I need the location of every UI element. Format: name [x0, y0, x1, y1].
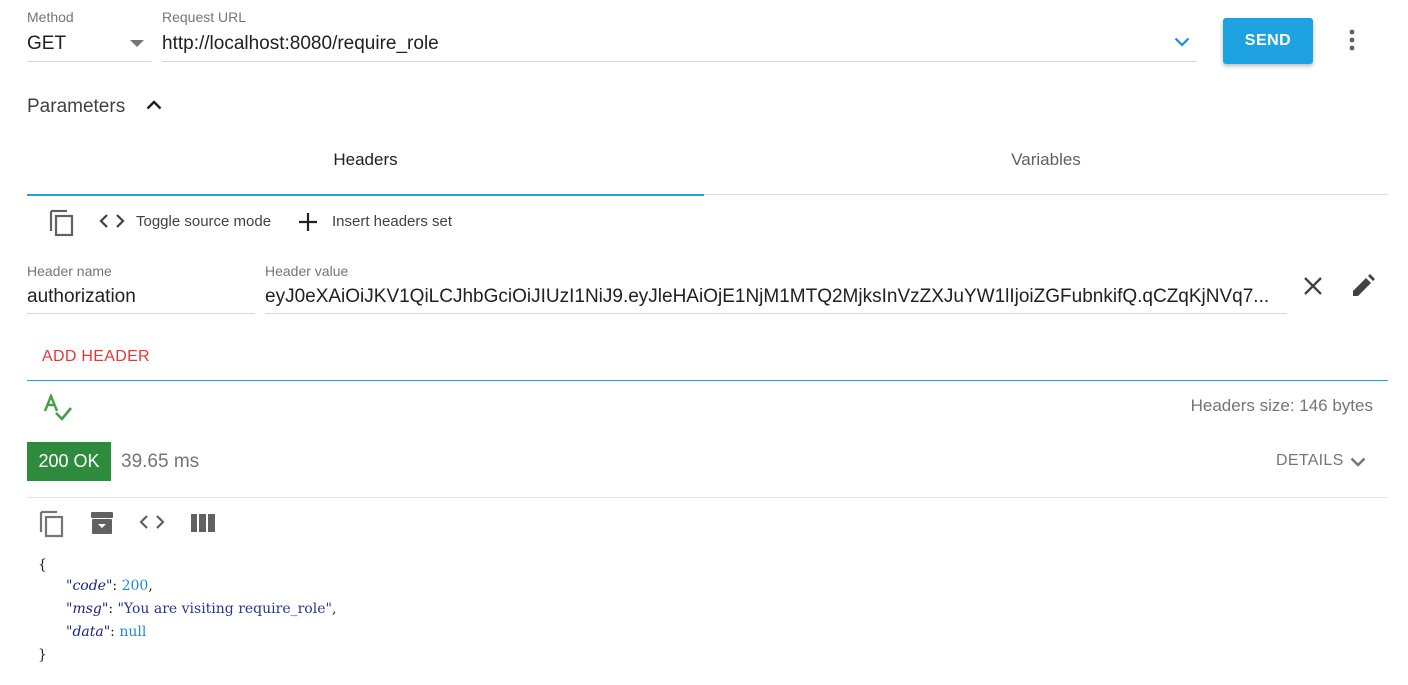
add-header-button[interactable]: ADD HEADER: [42, 348, 150, 366]
header-value-label: Header value: [265, 263, 349, 279]
json-value-data: null: [119, 624, 147, 640]
headers-size-text: Headers size: 146 bytes: [1190, 396, 1373, 415]
json-key-code: "code": [66, 578, 113, 594]
method-label: Method: [27, 9, 74, 25]
response-body: { "code": 200, "msg": "You are visiting …: [38, 557, 337, 663]
method-select[interactable]: GET: [27, 30, 151, 62]
insert-headers-set-button[interactable]: Insert headers set: [298, 208, 468, 234]
header-value-field[interactable]: eyJ0eXAiOiJKV1QiLCJhbGciOiJIUzI1NiJ9.eyJ…: [265, 284, 1287, 314]
header-name-value: authorization: [27, 286, 136, 307]
copy-headers-icon[interactable]: [48, 207, 76, 237]
send-button[interactable]: SEND: [1223, 18, 1313, 64]
json-value-msg: "You are visiting require_role": [117, 601, 332, 617]
spellcheck-icon[interactable]: [43, 394, 73, 422]
header-name-field[interactable]: authorization: [27, 284, 255, 314]
method-value: GET: [27, 33, 67, 54]
url-label: Request URL: [162, 9, 247, 25]
copy-response-icon[interactable]: [38, 508, 66, 538]
chevron-down-icon: [130, 40, 144, 48]
header-value-value: eyJ0eXAiOiJKV1QiLCJhbGciOiJIUzI1NiJ9.eyJ…: [265, 286, 1270, 307]
toggle-source-label: Toggle source mode: [136, 213, 272, 230]
json-value-code: 200: [121, 578, 149, 594]
url-value: http://localhost:8080/require_role: [162, 33, 439, 54]
code-icon: [98, 213, 126, 229]
chevron-down-icon: [1350, 457, 1366, 467]
url-input[interactable]: http://localhost:8080/require_role: [162, 30, 1197, 62]
edit-header-icon[interactable]: [1350, 273, 1376, 299]
active-tab-indicator: [27, 194, 704, 196]
response-time: 39.65 ms: [121, 451, 200, 472]
columns-view-icon[interactable]: [191, 514, 215, 532]
url-history-chevron-icon[interactable]: [1174, 37, 1190, 47]
status-badge: 200 OK: [27, 442, 111, 481]
code-view-icon[interactable]: [138, 514, 166, 530]
parameters-title: Parameters: [27, 96, 126, 117]
insert-headers-set-label: Insert headers set: [332, 213, 453, 230]
header-name-label: Header name: [27, 263, 112, 279]
json-key-msg: "msg": [66, 601, 109, 617]
details-label: DETAILS: [1276, 452, 1344, 469]
more-options-icon[interactable]: [1344, 28, 1360, 52]
tab-headers[interactable]: Headers: [27, 150, 704, 170]
save-response-icon[interactable]: [90, 511, 114, 535]
json-close-brace: }: [38, 647, 47, 663]
json-open-brace: {: [38, 557, 47, 573]
chevron-up-icon: [146, 100, 162, 110]
remove-header-icon[interactable]: [1303, 276, 1323, 296]
plus-icon: [298, 212, 318, 232]
json-key-data: "data": [66, 624, 111, 640]
toggle-source-mode-button[interactable]: Toggle source mode: [98, 208, 278, 234]
tab-variables[interactable]: Variables: [704, 150, 1388, 170]
parameters-toggle[interactable]: Parameters: [27, 94, 177, 120]
details-toggle[interactable]: DETAILS: [1270, 450, 1370, 474]
